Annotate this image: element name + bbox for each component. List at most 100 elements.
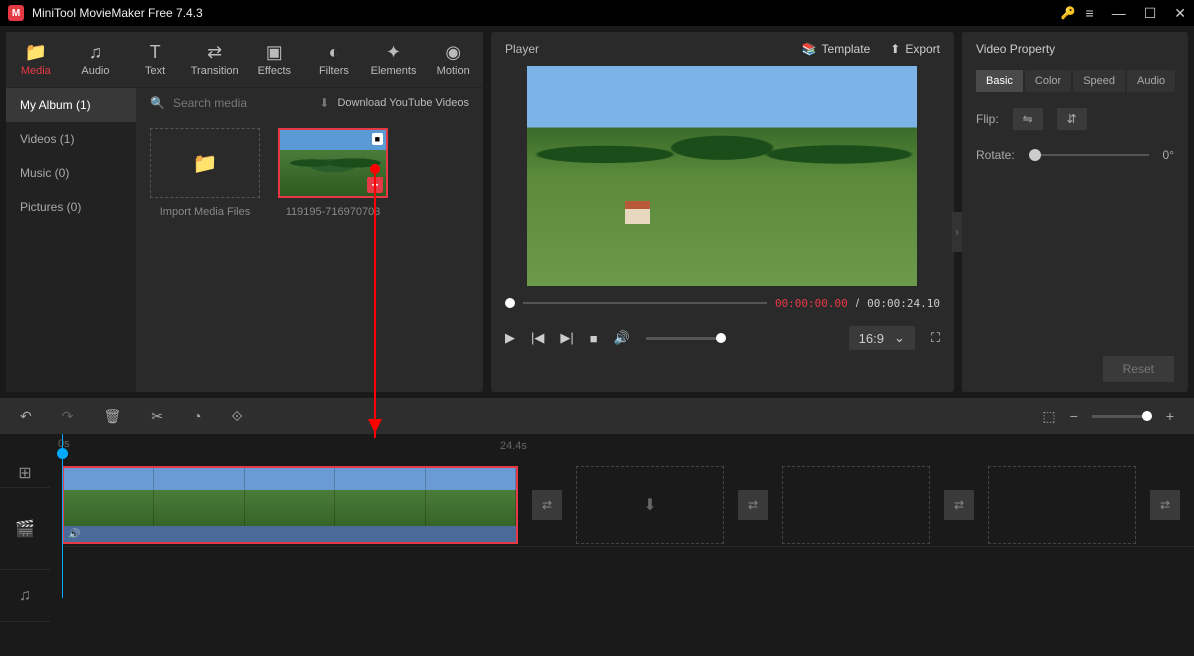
app-logo: M (8, 5, 24, 21)
timeline-clip[interactable]: 🔊 (62, 466, 518, 544)
empty-clip-slot[interactable] (988, 466, 1136, 544)
split-button[interactable]: ✂ (151, 408, 163, 425)
speaker-icon: 🔊 (68, 529, 80, 540)
fullscreen-button[interactable]: ⛶ (931, 330, 940, 346)
crop-button[interactable]: ⟐ (231, 408, 242, 425)
tab-effects[interactable]: ▣Effects (245, 38, 305, 81)
minimize-button[interactable]: — (1112, 5, 1126, 22)
play-button[interactable]: ▶ (505, 330, 515, 346)
prop-tab-basic[interactable]: Basic (976, 70, 1023, 92)
template-button[interactable]: 📚Template (802, 42, 871, 56)
undo-button[interactable]: ↶ (20, 408, 32, 425)
clip-name: 119195-716970703 (278, 206, 388, 218)
audio-track[interactable] (62, 546, 1194, 598)
app-title: MiniTool MovieMaker Free 7.4.3 (32, 6, 1061, 20)
rotate-slider[interactable] (1029, 154, 1149, 156)
menu-icon[interactable]: ≡ (1086, 5, 1094, 22)
player-panel: Player 📚Template ⬆Export 00:00:00.00 / 0… (491, 32, 954, 392)
effects-icon: ▣ (245, 42, 305, 63)
media-sidebar: My Album (1) Videos (1) Music (0) Pictur… (6, 88, 136, 392)
export-button[interactable]: ⬆Export (890, 42, 940, 56)
video-badge-icon: ■ (372, 133, 383, 145)
speed-button[interactable]: ◔ (193, 408, 201, 424)
clip-thumbnail: ■ + (278, 128, 388, 198)
playhead[interactable] (62, 434, 63, 598)
sidebar-item-pictures[interactable]: Pictures (0) (6, 190, 136, 224)
total-time: 00:00:24.10 (867, 297, 940, 310)
flip-label: Flip: (976, 112, 999, 126)
sidebar-item-album[interactable]: My Album (1) (6, 88, 136, 122)
audio-track-icon: ♫ (0, 570, 50, 622)
video-track[interactable]: 🔊 ⇄ ⬇ ⇄ ⇄ ⇄ (62, 464, 1194, 546)
sidebar-item-music[interactable]: Music (0) (6, 156, 136, 190)
prop-tab-audio[interactable]: Audio (1127, 70, 1175, 92)
timeline-ruler[interactable]: 0s 24.4s (0, 434, 1194, 458)
volume-slider[interactable] (646, 337, 726, 340)
properties-title: Video Property (976, 42, 1174, 56)
search-icon: 🔍 (150, 96, 165, 110)
zoom-out-button[interactable]: − (1070, 408, 1078, 424)
transition-slot[interactable]: ⇄ (944, 490, 974, 520)
titlebar: M MiniTool MovieMaker Free 7.4.3 🔑 ≡ — ☐… (0, 0, 1194, 26)
current-time: 00:00:00.00 (775, 297, 848, 310)
next-frame-button[interactable]: ▶| (560, 330, 573, 346)
elements-icon: ✦ (364, 42, 424, 63)
zoom-in-button[interactable]: + (1166, 408, 1174, 424)
text-icon: T (125, 42, 185, 63)
reset-button[interactable]: Reset (1103, 356, 1174, 382)
tab-text[interactable]: TText (125, 38, 185, 81)
empty-clip-slot[interactable] (782, 466, 930, 544)
empty-clip-slot[interactable]: ⬇ (576, 466, 724, 544)
maximize-button[interactable]: ☐ (1144, 5, 1157, 22)
tab-motion[interactable]: ◉Motion (423, 38, 483, 81)
download-icon: ⬇ (319, 96, 329, 110)
transition-slot[interactable]: ⇄ (738, 490, 768, 520)
add-to-timeline-button[interactable]: + (367, 177, 383, 193)
chevron-down-icon: ⌄ (894, 330, 905, 346)
aspect-ratio-select[interactable]: 16:9⌄ (849, 326, 915, 350)
prev-frame-button[interactable]: |◀ (531, 330, 544, 346)
panel-expand-handle[interactable]: › (952, 212, 962, 252)
video-preview[interactable] (527, 66, 917, 286)
transition-slot[interactable]: ⇄ (532, 490, 562, 520)
tab-filters[interactable]: ◐Filters (304, 38, 364, 81)
close-button[interactable]: ✕ (1174, 5, 1186, 22)
tab-media[interactable]: 📁Media (6, 38, 66, 81)
media-clip[interactable]: ■ + 119195-716970703 (278, 128, 388, 218)
magnet-icon[interactable]: ⬚ (1042, 408, 1055, 425)
volume-icon[interactable]: 🔊 (614, 330, 630, 346)
flip-vertical-button[interactable]: ⇵ (1057, 108, 1087, 130)
tab-transition[interactable]: ⇄Transition (185, 38, 245, 81)
tab-audio[interactable]: ♫Audio (66, 38, 126, 81)
sidebar-item-videos[interactable]: Videos (1) (6, 122, 136, 156)
flip-horizontal-button[interactable]: ⇋ (1013, 108, 1043, 130)
export-icon: ⬆ (890, 42, 900, 56)
folder-icon: 📁 (6, 42, 66, 63)
stop-button[interactable]: ■ (590, 331, 598, 346)
properties-panel: › Video Property Basic Color Speed Audio… (962, 32, 1188, 392)
media-panel: 📁Media ♫Audio TText ⇄Transition ▣Effects… (6, 32, 483, 392)
filters-icon: ◐ (304, 42, 364, 63)
prop-tab-speed[interactable]: Speed (1073, 70, 1125, 92)
redo-button[interactable]: ↷ (62, 408, 74, 425)
folder-icon: 📁 (193, 151, 218, 176)
timeline-toolbar: ↶ ↷ 🗑 ✂ ◔ ⟐ ⬚ − + (0, 398, 1194, 434)
scrub-bar[interactable] (523, 302, 767, 304)
upgrade-key-icon[interactable]: 🔑 (1061, 6, 1076, 20)
add-track-button[interactable]: ⊞ (0, 458, 50, 488)
video-track-icon: 🎬 (0, 488, 50, 570)
tab-elements[interactable]: ✦Elements (364, 38, 424, 81)
prop-tab-color[interactable]: Color (1025, 70, 1071, 92)
player-title: Player (505, 42, 539, 56)
rotate-label: Rotate: (976, 148, 1015, 162)
import-media-tile[interactable]: 📁 Import Media Files (150, 128, 260, 218)
download-youtube-link[interactable]: Download YouTube Videos (337, 97, 469, 109)
transition-icon: ⇄ (185, 42, 245, 63)
timeline: 0s 24.4s ⊞ 🎬 ♫ 🔊 ⇄ ⬇ ⇄ ⇄ ⇄ (0, 434, 1194, 598)
search-input[interactable]: Search media (173, 96, 311, 110)
scrub-handle[interactable] (505, 298, 515, 308)
transition-slot[interactable]: ⇄ (1150, 490, 1180, 520)
template-icon: 📚 (802, 42, 817, 56)
zoom-slider[interactable] (1092, 415, 1152, 418)
delete-button[interactable]: 🗑 (103, 408, 121, 425)
